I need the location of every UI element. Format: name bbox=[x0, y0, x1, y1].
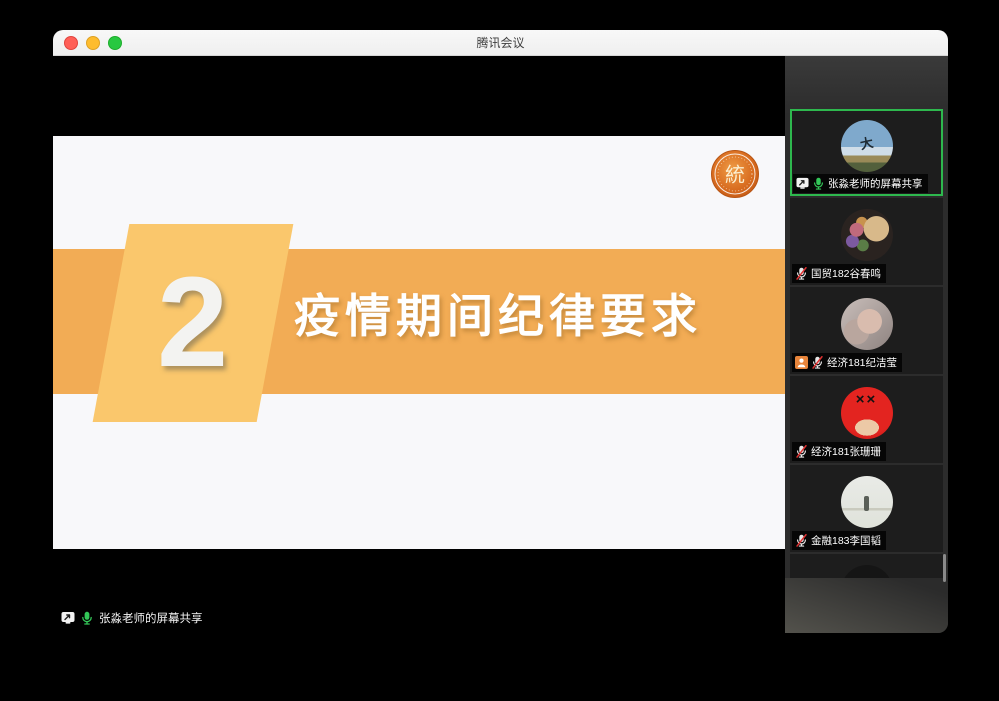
mic-muted-icon bbox=[795, 267, 808, 280]
school-seal-logo-icon: 統 bbox=[710, 149, 760, 199]
avatar bbox=[841, 298, 893, 350]
desktop: { "window": { "title": "腾讯会议" }, "colors… bbox=[0, 0, 999, 701]
shared-screen-stage: 2 疫情期间纪律要求 統 bbox=[53, 56, 785, 633]
mic-on-icon bbox=[812, 177, 825, 190]
share-banner: 张淼老师的屏幕共享 bbox=[57, 608, 207, 628]
participant-name: 经济181张珊珊 bbox=[811, 444, 881, 459]
mic-on-icon bbox=[80, 611, 94, 625]
member-badge-icon bbox=[795, 356, 808, 369]
participant-tile[interactable]: ×× 经济181张珊珊 bbox=[790, 376, 943, 463]
participant-name-bar: 国贸182谷春鸣 bbox=[792, 264, 886, 283]
participant-name: 张淼老师的屏幕共享 bbox=[828, 176, 923, 191]
avatar: 大 bbox=[841, 120, 893, 172]
section-number: 2 bbox=[157, 259, 228, 387]
participant-tile[interactable]: 金融183李国韬 bbox=[790, 465, 943, 552]
screen-share-icon bbox=[796, 177, 809, 190]
screen-share-icon bbox=[61, 611, 75, 625]
participant-name: 金融183李国韬 bbox=[811, 533, 881, 548]
minimize-button[interactable] bbox=[86, 36, 100, 50]
avatar bbox=[841, 476, 893, 528]
avatar: ×× bbox=[841, 387, 893, 439]
participant-name-bar: 经济181纪洁莹 bbox=[792, 353, 902, 372]
app-window: 腾讯会议 2 疫情期间纪律要求 bbox=[53, 30, 948, 633]
mic-muted-icon bbox=[795, 534, 808, 547]
window-controls bbox=[64, 30, 122, 55]
avatar bbox=[841, 209, 893, 261]
sidebar-scrollbar[interactable] bbox=[943, 554, 946, 582]
window-title: 腾讯会议 bbox=[476, 34, 524, 51]
presentation-slide: 2 疫情期间纪律要求 統 bbox=[53, 136, 785, 549]
close-button[interactable] bbox=[64, 36, 78, 50]
title-bar: 腾讯会议 bbox=[53, 30, 948, 56]
participant-name: 国贸182谷春鸣 bbox=[811, 266, 881, 281]
share-banner-label: 张淼老师的屏幕共享 bbox=[99, 610, 203, 626]
participant-name: 经济181纪洁莹 bbox=[827, 355, 897, 370]
participant-tile[interactable]: 经济181纪洁莹 bbox=[790, 287, 943, 374]
participant-name-bar: 经济181张珊珊 bbox=[792, 442, 886, 461]
mic-muted-icon bbox=[795, 445, 808, 458]
seal-glyph: 統 bbox=[725, 163, 745, 187]
sidebar-bottom-fade bbox=[785, 578, 948, 633]
participant-tile[interactable]: 大 张淼老师的屏幕共享 bbox=[790, 109, 943, 196]
participant-tile[interactable]: 国贸182谷春鸣 bbox=[790, 198, 943, 285]
mic-muted-icon bbox=[811, 356, 824, 369]
participants-sidebar: 大 张淼老师的屏幕共享 国贸182谷春鸣 bbox=[785, 56, 948, 633]
participant-name-bar: 张淼老师的屏幕共享 bbox=[793, 174, 928, 193]
slide-title: 疫情期间纪律要求 bbox=[263, 286, 733, 346]
participant-name-bar: 金融183李国韬 bbox=[792, 531, 886, 550]
zoom-button[interactable] bbox=[108, 36, 122, 50]
sidebar-spacer bbox=[785, 56, 948, 109]
